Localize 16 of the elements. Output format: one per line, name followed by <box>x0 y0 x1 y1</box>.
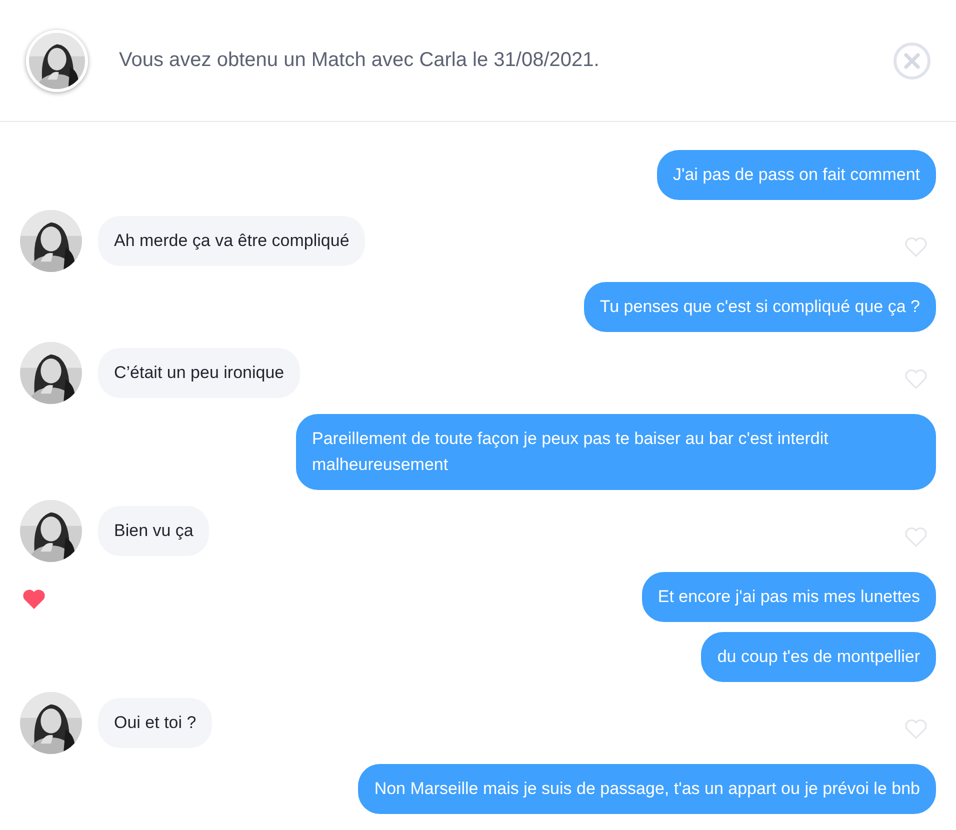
sent-message: Pareillement de toute façon je peux pas te baiser au bar c'est interdit malheureusement <box>296 414 936 490</box>
like-button[interactable] <box>904 236 928 258</box>
received-message: Bien vu ça <box>98 506 210 556</box>
sent-message: Tu penses que c'est si compliqué que ça ? <box>584 282 936 332</box>
sent-message: Et encore j'ai pas mis mes lunettes <box>642 572 936 622</box>
sent-message: J'ai pas de pass on fait comment <box>656 150 936 200</box>
received-message: Ah merde ça va être compliqué <box>98 216 366 266</box>
sent-message: du coup t'es de montpellier <box>701 632 936 682</box>
received-message: C’était un peu ironique <box>98 348 300 398</box>
like-button[interactable] <box>904 718 928 740</box>
like-button[interactable] <box>904 368 928 390</box>
close-icon[interactable] <box>893 42 931 80</box>
sent-message: Non Marseille mais je suis de passage, t'as un appart ou je prévoi le bnb <box>358 764 936 814</box>
like-button[interactable] <box>904 526 928 548</box>
received-message: Oui et toi ? <box>98 698 212 748</box>
match-notice: Vous avez obtenu un Match avec Carla le 31/08/2021. <box>119 49 600 72</box>
